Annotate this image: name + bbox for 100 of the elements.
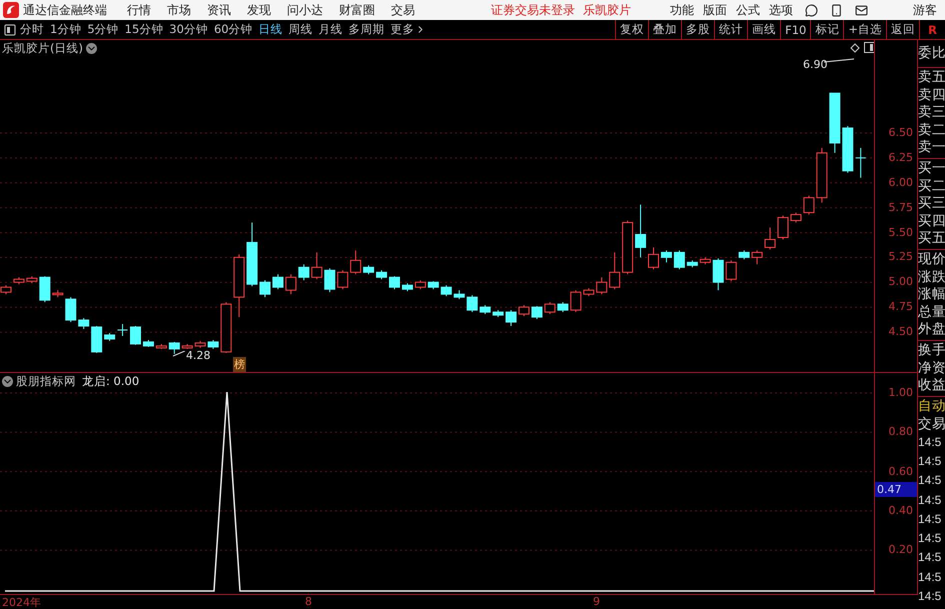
- leader-line: [173, 351, 185, 357]
- chat-icon[interactable]: [805, 4, 818, 16]
- trade-label: 交易: [918, 414, 945, 433]
- tool-menu-item[interactable]: 版面: [703, 2, 727, 18]
- phone-icon[interactable]: [830, 4, 843, 16]
- quote-field-label: 买三: [918, 195, 945, 213]
- candlestick: [13, 276, 24, 285]
- menu-item[interactable]: 发现: [247, 2, 271, 18]
- auto-label: 自动: [918, 396, 945, 415]
- trade-time: 14:5: [918, 568, 942, 586]
- candlestick: [311, 252, 322, 280]
- toolbar-button[interactable]: 多股: [681, 20, 714, 39]
- price-axis-label: 4.50: [888, 325, 913, 340]
- period-tab[interactable]: 分时: [17, 20, 47, 39]
- date-axis-label: 8: [305, 595, 312, 608]
- toolbar-button[interactable]: 返回: [886, 20, 919, 39]
- toolbar-button[interactable]: F10: [780, 20, 810, 39]
- candlestick: [389, 276, 400, 290]
- tool-menu-item[interactable]: 功能: [670, 2, 694, 18]
- indicator-name: 股朋指标网: [16, 374, 76, 389]
- candlestick: [764, 227, 776, 250]
- trade-time: 14:5: [918, 510, 942, 528]
- stock-name: 乐凯胶片: [583, 2, 631, 18]
- period-tab[interactable]: 多周期: [346, 20, 388, 39]
- diamond-icon[interactable]: [850, 43, 860, 53]
- candlestick: [285, 274, 296, 295]
- candlestick: [557, 302, 568, 313]
- candlestick: [78, 318, 90, 330]
- toolbar-button[interactable]: 叠加: [648, 20, 682, 39]
- chart-title: 乐凯胶片(日线): [2, 41, 83, 56]
- menu-item[interactable]: 市场: [167, 2, 191, 18]
- candlestick: [738, 250, 750, 260]
- period-tab[interactable]: 60分钟: [210, 20, 256, 39]
- low-price-label: 4.28: [186, 349, 210, 362]
- candlestick: [208, 339, 219, 350]
- toolbar-button[interactable]: 标记: [810, 20, 844, 39]
- indicator-axis-label: 0.60: [888, 464, 913, 479]
- trade-time: 14:5: [918, 549, 942, 566]
- menu-item[interactable]: 资讯: [207, 2, 231, 18]
- period-tab[interactable]: 周线: [286, 20, 316, 39]
- menu-item[interactable]: 问小达: [287, 2, 323, 18]
- price-axis-label: 5.00: [888, 275, 913, 290]
- mail-icon[interactable]: [855, 4, 868, 16]
- candlestick: [660, 250, 672, 263]
- more-button[interactable]: 更多: [388, 20, 429, 39]
- toolbar-button[interactable]: +自选: [843, 20, 886, 39]
- toolbar-button[interactable]: 复权: [615, 20, 648, 39]
- candlestick: [648, 246, 659, 270]
- indicator-axis-label: 0.40: [888, 504, 913, 518]
- mode-badge: R: [919, 20, 945, 39]
- tool-menu-item[interactable]: 公式: [736, 2, 760, 18]
- price-axis-label: 5.75: [888, 200, 913, 215]
- login-status[interactable]: 证券交易未登录: [491, 2, 575, 18]
- price-axis-label: 4.75: [888, 300, 913, 314]
- user-label[interactable]: 游客: [913, 2, 937, 18]
- candlestick: [531, 306, 542, 320]
- period-tab[interactable]: 5分钟: [84, 20, 122, 39]
- candlestick: [635, 204, 646, 258]
- period-tab[interactable]: 日线: [256, 20, 286, 39]
- candlestick: [492, 310, 504, 318]
- quote-field-label: 涨幅: [918, 286, 945, 304]
- dropdown-icon[interactable]: [86, 43, 97, 54]
- quote-field-label: 委比: [918, 44, 945, 63]
- high-price-label: 6.90: [803, 58, 828, 71]
- panel-toggle-icon[interactable]: [864, 42, 875, 53]
- candlestick: [168, 341, 180, 354]
- tool-menu-item[interactable]: 选项: [769, 2, 793, 18]
- candlestick: [234, 254, 245, 318]
- candlestick: [376, 270, 388, 280]
- trade-time: 14:5: [918, 452, 942, 470]
- toolbar-button[interactable]: 统计: [714, 20, 748, 39]
- toolbar-button[interactable]: 画线: [747, 20, 780, 39]
- quote-field-label: 卖二: [918, 122, 945, 140]
- period-tab[interactable]: 月线: [316, 20, 346, 39]
- quote-field-label: 买二: [918, 178, 945, 196]
- candlestick: [337, 270, 348, 290]
- candlestick: [466, 294, 478, 313]
- period-tab[interactable]: 30分钟: [166, 20, 211, 39]
- trade-time: 14:5: [918, 492, 942, 509]
- candlestick: [778, 215, 788, 240]
- quote-field-label: 买四: [918, 212, 945, 230]
- candlestick: [440, 284, 452, 297]
- candlestick: [272, 274, 284, 290]
- candlestick: [142, 339, 154, 348]
- menu-item[interactable]: 行情: [127, 2, 151, 18]
- candlestick: [39, 276, 50, 303]
- candlestick: [104, 332, 116, 342]
- trade-time: 14:5: [918, 434, 942, 451]
- date-axis-label: 2024年: [2, 595, 41, 609]
- candlestick: [298, 264, 310, 281]
- candlestick: [260, 280, 270, 298]
- dropdown-icon[interactable]: [2, 376, 13, 387]
- period-tab[interactable]: 1分钟: [47, 20, 84, 39]
- date-axis-label: 9: [593, 595, 600, 608]
- period-tab[interactable]: 15分钟: [122, 20, 166, 39]
- menu-item[interactable]: 交易: [391, 2, 415, 18]
- price-axis-label: 5.25: [888, 250, 913, 264]
- indicator-axis-label: 0.20: [888, 543, 913, 558]
- candlestick: [182, 343, 193, 350]
- menu-item[interactable]: 财富圈: [339, 2, 375, 18]
